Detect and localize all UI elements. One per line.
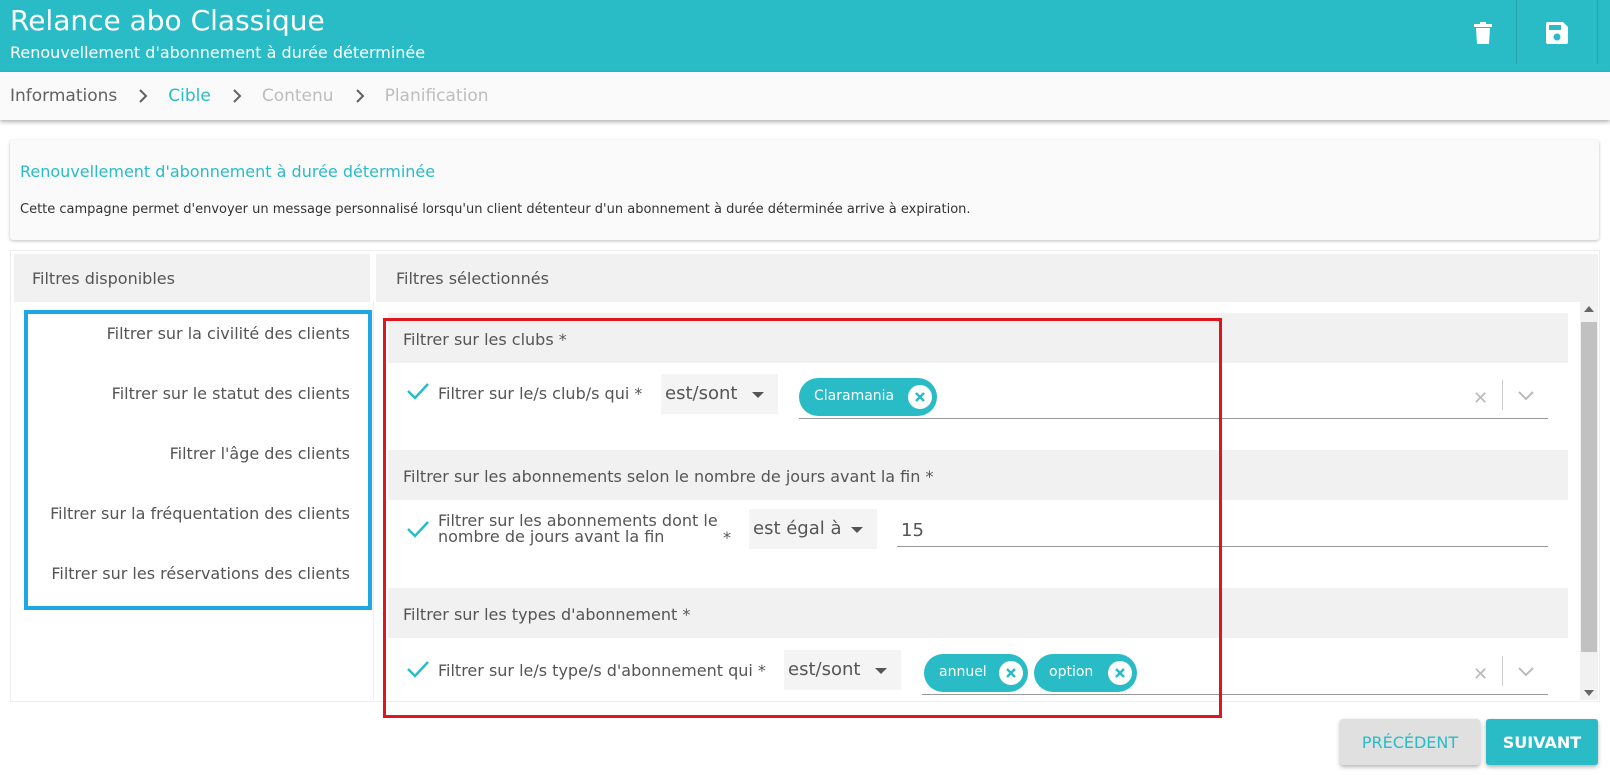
available-filter-frequentation[interactable]: Filtrer sur la fréquentation des clients: [50, 504, 350, 523]
campaign-info-card: Renouvellement d'abonnement à durée déte…: [10, 140, 1599, 240]
available-filter-age[interactable]: Filtrer l'âge des clients: [170, 444, 350, 463]
available-filters-list: Filtrer sur la civilité des clients Filt…: [24, 310, 372, 610]
next-button[interactable]: SUIVANT: [1486, 719, 1598, 765]
available-filter-reservations[interactable]: Filtrer sur les réservations des clients: [51, 564, 350, 583]
stepper: Informations Cible Contenu Planification: [0, 72, 1610, 120]
selected-filters-highlight: [383, 318, 1222, 718]
multiselect-divider: [1502, 380, 1503, 410]
available-filter-statut[interactable]: Filtrer sur le statut des clients: [112, 384, 350, 403]
available-filters-heading: Filtres disponibles: [14, 254, 370, 302]
previous-button[interactable]: PRÉCÉDENT: [1340, 719, 1480, 765]
chevron-down-icon[interactable]: [1518, 386, 1534, 405]
clear-icon[interactable]: ✕: [1473, 388, 1488, 409]
step-informations[interactable]: Informations: [10, 86, 117, 106]
scroll-up-icon[interactable]: [1584, 306, 1594, 312]
app-header: Relance abo Classique Renouvellement d'a…: [0, 0, 1610, 72]
trash-icon: [1474, 22, 1492, 44]
chevron-down-icon[interactable]: [1518, 662, 1534, 681]
chevron-right-icon: [233, 89, 242, 103]
page-subtitle: Renouvellement d'abonnement à durée déte…: [10, 43, 426, 62]
step-cible[interactable]: Cible: [168, 86, 211, 106]
chevron-right-icon: [355, 89, 365, 103]
step-planification[interactable]: Planification: [385, 86, 489, 106]
chevron-right-icon: [139, 89, 148, 103]
multiselect-divider: [1502, 656, 1503, 686]
panel-divider: [373, 302, 374, 700]
campaign-info-title: Renouvellement d'abonnement à durée déte…: [20, 162, 436, 181]
available-filter-civilite[interactable]: Filtrer sur la civilité des clients: [107, 324, 350, 343]
clear-icon[interactable]: ✕: [1473, 664, 1488, 685]
header-divider: [1516, 0, 1517, 64]
step-contenu[interactable]: Contenu: [262, 86, 334, 106]
page-title: Relance abo Classique: [10, 4, 325, 37]
delete-button[interactable]: [1446, 0, 1520, 66]
scroll-down-icon[interactable]: [1584, 690, 1594, 696]
floppy-disk-icon: [1546, 22, 1568, 44]
save-button[interactable]: [1520, 0, 1594, 66]
selected-filters-scrollbar[interactable]: [1580, 302, 1598, 700]
scrollbar-thumb[interactable]: [1581, 322, 1597, 652]
campaign-info-description: Cette campagne permet d'envoyer un messa…: [20, 202, 971, 217]
header-divider: [1597, 0, 1598, 64]
selected-filters-heading: Filtres sélectionnés: [376, 254, 1598, 302]
